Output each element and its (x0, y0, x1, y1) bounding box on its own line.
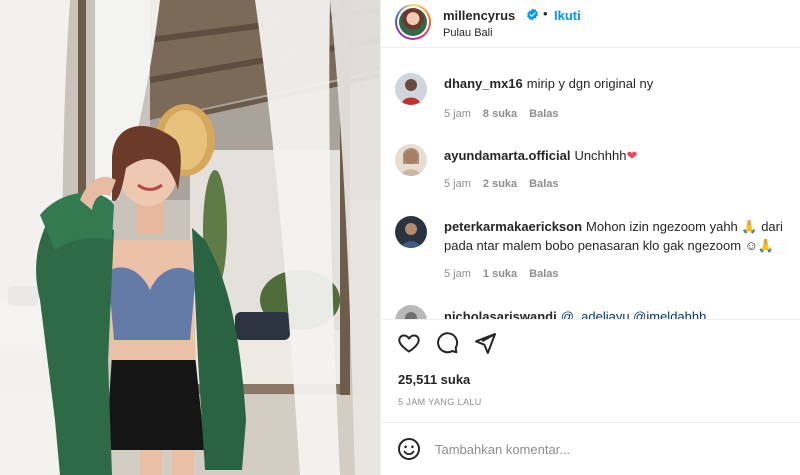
comment-likes[interactable]: 2 suka (483, 178, 517, 190)
red-heart-emoji: ❤ (626, 148, 638, 163)
heart-icon[interactable] (397, 331, 421, 355)
comment-meta: 5 jam 1 suka Balas (444, 268, 571, 280)
post-details-panel: millencyrus • Ikuti Pulau Bali dhany_mx1… (380, 0, 800, 475)
author-username[interactable]: millencyrus (443, 8, 515, 23)
commenter-avatar[interactable] (395, 216, 427, 248)
comment-likes[interactable]: 8 suka (483, 108, 517, 120)
comment-age[interactable]: 5 jam (444, 268, 471, 280)
reply-button[interactable]: Balas (529, 178, 558, 190)
comment-likes[interactable]: 1 suka (483, 268, 517, 280)
follow-button[interactable]: Ikuti (554, 8, 581, 23)
comment-age[interactable]: 5 jam (444, 108, 471, 120)
comment-icon[interactable] (435, 331, 459, 355)
comment-username[interactable]: ayundamarta.official (444, 148, 570, 163)
instagram-post: millencyrus • Ikuti Pulau Bali dhany_mx1… (0, 0, 800, 475)
header-separator: • (543, 6, 548, 21)
likes-count[interactable]: 25,511 suka (398, 372, 470, 387)
post-location[interactable]: Pulau Bali (443, 27, 493, 39)
share-icon[interactable] (473, 331, 497, 355)
commenter-avatar[interactable] (395, 144, 427, 176)
comment-username[interactable]: peterkarmakaerickson (444, 219, 582, 234)
comment-age[interactable]: 5 jam (444, 178, 471, 190)
post-photo[interactable] (0, 0, 380, 475)
commenter-avatar[interactable] (395, 73, 427, 105)
commenter-avatar[interactable] (395, 305, 427, 319)
post-timestamp[interactable]: 5 JAM YANG LALU (398, 397, 482, 407)
author-avatar[interactable] (395, 4, 431, 40)
comment-input[interactable] (435, 437, 765, 461)
comment-text: mirip y dgn original ny (526, 76, 654, 91)
comment-meta: 5 jam 2 suka Balas (444, 178, 571, 190)
post-header: millencyrus • Ikuti Pulau Bali (381, 0, 800, 48)
reply-button[interactable]: Balas (529, 268, 558, 280)
comment-text[interactable]: @_adeliayu @imeldahhh (561, 309, 707, 319)
reply-button[interactable]: Balas (529, 108, 558, 120)
comment-text: Unchhhh (574, 148, 627, 163)
post-photo-image (0, 0, 380, 475)
emoji-icon[interactable] (397, 437, 421, 461)
verified-badge-icon (527, 8, 538, 21)
comment-meta: 5 jam 8 suka Balas (444, 108, 571, 120)
add-comment-bar (381, 422, 800, 475)
comments-list[interactable]: dhany_mx16 mirip y dgn original ny 5 jam 8… (381, 49, 800, 319)
comment-username[interactable]: nicholasariswandi (444, 309, 557, 319)
comment-username[interactable]: dhany_mx16 (444, 76, 523, 91)
